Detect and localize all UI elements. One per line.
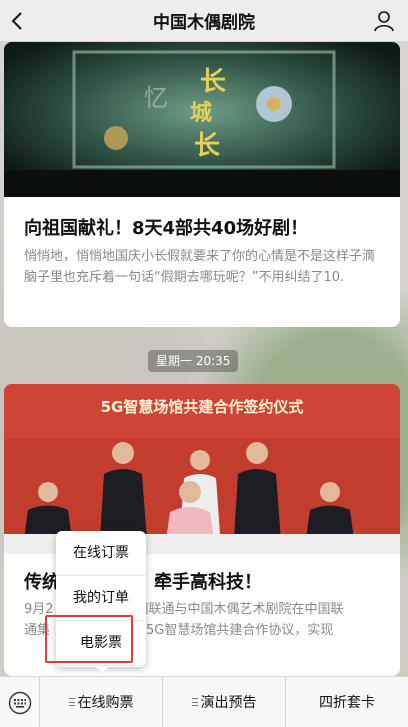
article-summary: 悄悄地，悄悄地国庆小长假就要来了你的心情是不是这样子滴脑子里也充斥着一句话“假期… [24,249,376,285]
keyboard-toggle[interactable] [0,677,40,727]
article-title-start: 传统 [24,572,60,593]
menu-label: 在线购票 [77,695,134,711]
submenu-indicator-icon [68,698,75,706]
profile-icon[interactable] [372,9,396,33]
svg-text:5G智慧场馆共建合作签约仪式: 5G智慧场馆共建合作签约仪式 [101,398,304,416]
article-title-end: 牵手高科技！ [154,572,262,593]
popup-pointer [96,667,108,673]
page-title: 中国木偶剧院 [153,13,255,33]
menu-discount-card[interactable]: 四折套卡 [286,677,408,727]
svg-text:长: 长 [194,131,221,161]
svg-text:城: 城 [190,100,212,126]
top-nav-bar: 中国木偶剧院 [0,0,408,42]
submenu-item-online-booking[interactable]: 在线订票 [56,531,146,576]
bottom-menu-bar: 在线购票 演出预告 四折套卡 [0,676,408,727]
article-card[interactable]: 长 城 长 忆 向祖国献礼！8天4部共40场好剧！ 悄悄地，悄悄地国庆小长假就要… [4,42,400,327]
article-cover-image: 5G智慧场馆共建合作签约仪式 [4,384,400,554]
summary-line2-end: 5G智慧场馆共建合作协议，实现 [146,623,334,638]
back-arrow-icon[interactable] [8,9,28,33]
menu-show-preview[interactable]: 演出预告 [163,677,286,727]
menu-label: 四折套卡 [319,695,375,711]
submenu-indicator-icon [191,698,198,706]
summary-line1-end: 国联通与中国木偶艺术剧院在中国联 [135,602,344,617]
svg-text:长: 长 [200,67,227,97]
menu-online-purchase[interactable]: 在线购票 [40,677,163,727]
article-cover-image: 长 城 长 忆 [4,42,400,197]
keyboard-icon [8,691,31,714]
message-timestamp: 星期一 20:35 [148,350,239,372]
article-title: 向祖国献礼！8天4部共40场好剧！ [24,218,309,239]
highlight-box [45,615,133,663]
menu-label: 演出预告 [200,695,257,711]
svg-text:忆: 忆 [144,84,168,112]
